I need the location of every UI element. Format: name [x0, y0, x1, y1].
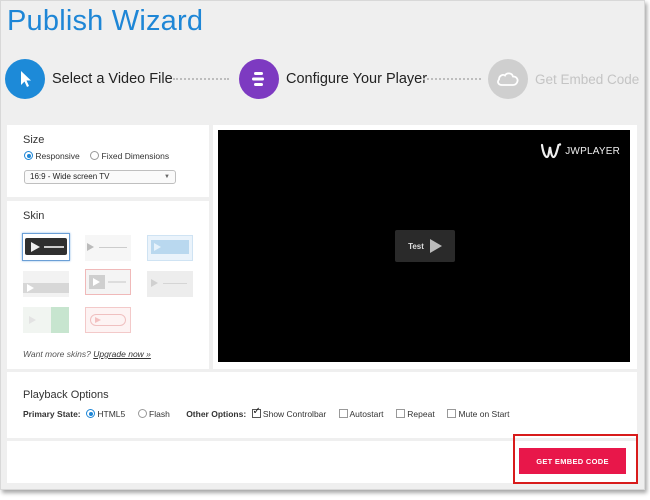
upsell-text: Want more skins?: [23, 349, 91, 359]
html5-option[interactable]: HTML5: [86, 409, 125, 419]
html5-label: HTML5: [97, 409, 126, 419]
show-controlbar-checkbox[interactable]: [251, 406, 261, 418]
more-skins-text: Want more skins? Upgrade now »: [23, 349, 151, 359]
html5-radio[interactable]: [86, 409, 96, 418]
skin-heading: Skin: [23, 210, 45, 222]
repeat-option[interactable]: Repeat: [395, 409, 435, 419]
page-title: Publish Wizard: [7, 5, 204, 37]
step-label: Configure Your Player: [286, 71, 428, 87]
play-icon: [429, 239, 442, 253]
size-responsive-option[interactable]: Responsive: [24, 151, 82, 161]
jwplayer-logo: JWPLAYER: [540, 142, 620, 160]
skin-thumbnail[interactable]: [85, 269, 131, 295]
size-panel: Size Responsive Fixed Dimensions 16:9 - …: [7, 125, 209, 197]
skin-thumbnail[interactable]: [85, 307, 131, 333]
step-connector: [423, 78, 481, 80]
get-embed-code-button[interactable]: GET EMBED CODE: [519, 448, 626, 474]
skin-panel: Skin Want more skins? Upgrade now »: [7, 201, 209, 369]
test-label: Test: [408, 241, 424, 251]
jwplayer-logo-icon: [541, 143, 562, 159]
aspect-ratio-value: 16:9 - Wide screen TV: [30, 172, 110, 181]
other-options-label: Other Options:: [186, 409, 247, 419]
video-preview: JWPLAYER Test: [218, 130, 630, 362]
fixed-dimensions-radio[interactable]: [90, 151, 100, 160]
show-controlbar-label: Show Controlbar: [262, 409, 327, 419]
flash-radio[interactable]: [137, 409, 147, 418]
jwplayer-brand-text: JWPLAYER: [565, 145, 620, 157]
step-configure-player[interactable]: Configure Your Player: [239, 57, 427, 101]
skin-thumbnail[interactable]: [23, 307, 69, 333]
mute-on-start-label: Mute on Start: [458, 409, 510, 419]
autostart-label: Autostart: [349, 409, 384, 419]
mute-on-start-option[interactable]: Mute on Start: [447, 409, 510, 419]
primary-state-label: Primary State:: [23, 409, 81, 419]
flash-label: Flash: [149, 409, 170, 419]
autostart-checkbox[interactable]: [338, 409, 348, 418]
cloud-icon: [488, 59, 528, 99]
upgrade-now-link[interactable]: Upgrade now »: [93, 349, 151, 359]
sliders-icon: [239, 59, 279, 99]
skin-thumbnail[interactable]: [147, 271, 193, 297]
skin-thumbnail-selected[interactable]: [22, 233, 70, 261]
responsive-radio[interactable]: [24, 151, 33, 160]
size-fixed-option[interactable]: Fixed Dimensions: [90, 151, 169, 161]
playback-options-heading: Playback Options: [23, 389, 109, 401]
test-play-button[interactable]: Test: [395, 230, 455, 262]
repeat-label: Repeat: [407, 409, 435, 419]
aspect-ratio-select[interactable]: 16:9 - Wide screen TV ▼: [24, 170, 176, 184]
cursor-icon: [5, 59, 45, 99]
step-connector: [173, 78, 229, 80]
size-heading: Size: [23, 134, 45, 146]
skin-thumbnail[interactable]: [85, 235, 131, 261]
step-select-video[interactable]: Select a Video File: [5, 57, 173, 101]
step-get-embed-code[interactable]: Get Embed Code: [488, 57, 639, 101]
flash-option[interactable]: Flash: [137, 409, 170, 419]
mute-on-start-checkbox[interactable]: [447, 409, 457, 418]
show-controlbar-option[interactable]: Show Controlbar: [251, 406, 327, 419]
step-label: Select a Video File: [52, 71, 173, 87]
responsive-label: Responsive: [35, 151, 80, 161]
step-label: Get Embed Code: [535, 71, 640, 87]
chevron-down-icon: ▼: [164, 174, 170, 180]
autostart-option[interactable]: Autostart: [338, 409, 384, 419]
skin-thumbnail[interactable]: [147, 235, 193, 261]
skin-thumbnail[interactable]: [23, 271, 69, 297]
wizard-window: Publish Wizard Select a Video File Confi…: [0, 0, 645, 490]
playback-options-panel: Playback Options Primary State: HTML5 Fl…: [7, 372, 637, 438]
playback-options-row: Primary State: HTML5 Flash Other Options…: [23, 406, 520, 419]
fixed-dimensions-label: Fixed Dimensions: [101, 151, 170, 161]
repeat-checkbox[interactable]: [395, 409, 405, 418]
player-preview-panel: JWPLAYER Test: [213, 125, 637, 369]
size-options: Responsive Fixed Dimensions: [24, 151, 169, 161]
